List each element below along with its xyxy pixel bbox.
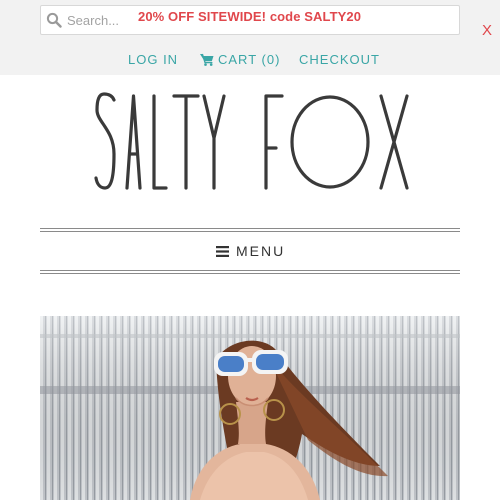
- login-link[interactable]: LOG IN: [128, 52, 178, 67]
- site-logo[interactable]: [90, 92, 410, 192]
- hamburger-menu-icon[interactable]: [216, 246, 229, 257]
- divider-bottom: [40, 273, 460, 274]
- close-icon[interactable]: X: [482, 22, 492, 39]
- cart-link[interactable]: CART (0): [218, 52, 280, 67]
- hero-image[interactable]: [40, 316, 460, 500]
- checkout-link[interactable]: CHECKOUT: [299, 52, 380, 67]
- cart-icon[interactable]: [200, 53, 214, 66]
- top-navigation: LOG IN CART (0) CHECKOUT: [0, 52, 500, 68]
- search-input[interactable]: [67, 10, 147, 30]
- divider-top: [40, 228, 460, 229]
- menu-label[interactable]: MENU: [236, 243, 285, 259]
- divider-top-inner: [40, 231, 460, 232]
- divider-bottom-inner: [40, 270, 460, 271]
- promo-banner: 20% OFF SITEWIDE! code SALTY20: [138, 9, 362, 24]
- search-icon[interactable]: [46, 12, 62, 28]
- announcement-bar: 20% OFF SITEWIDE! code SALTY20 X LOG IN …: [0, 0, 500, 75]
